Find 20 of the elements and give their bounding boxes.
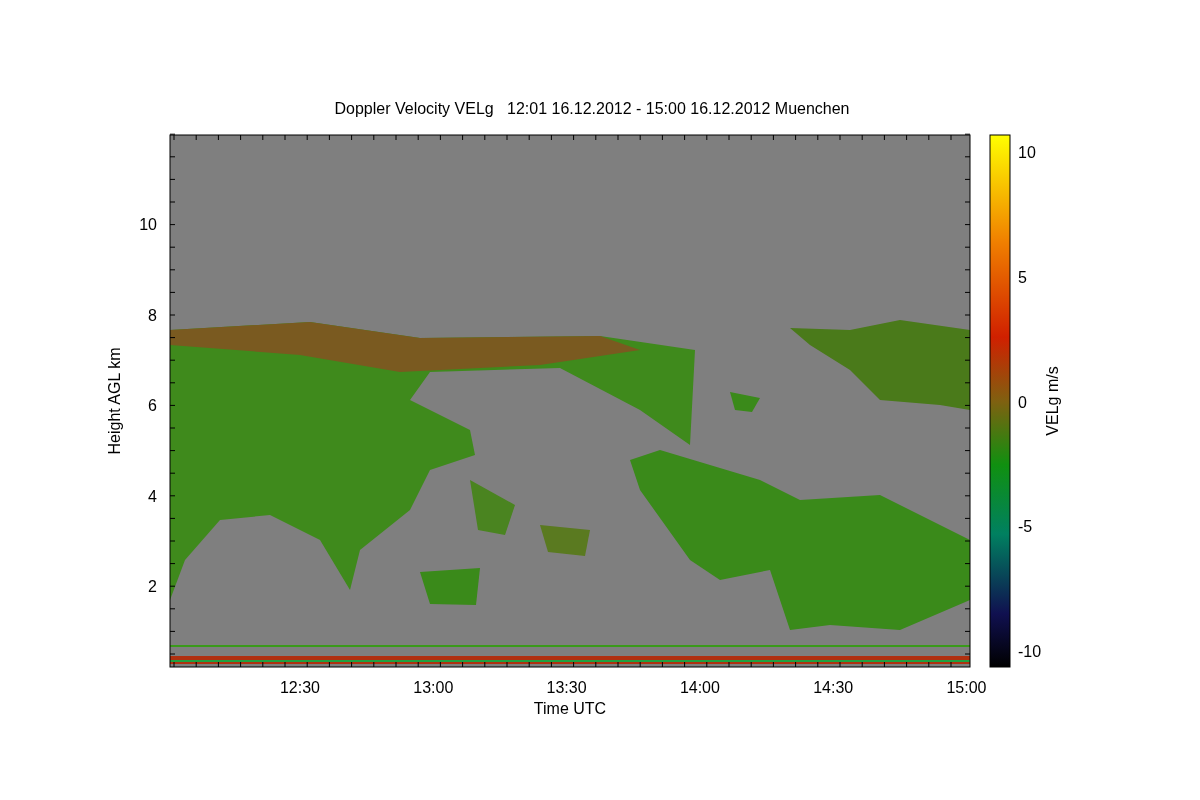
x-tick-label: 13:30: [546, 679, 587, 696]
chart-title: Doppler Velocity VELg 12:01 16.12.2012 - 15:00 16.12.2012 Muenchen: [334, 100, 850, 117]
colorbar-tick-label: -5: [1018, 518, 1033, 536]
x-tick-label: 14:00: [679, 679, 720, 696]
x-axis-label: Time UTC: [533, 700, 607, 717]
colorbar-tick-label: 10: [1018, 144, 1036, 161]
colorbar-tick-label: -10: [1018, 643, 1042, 661]
x-tick-label: 15:00: [946, 679, 987, 696]
y-tick-label: 2: [148, 578, 157, 595]
colorbar-label: VELg m/s: [1044, 366, 1061, 436]
y-tick-label: 8: [148, 306, 157, 324]
colorbar-tick-label: 5: [1018, 268, 1027, 286]
y-tick-label: 4: [148, 487, 157, 505]
x-tick-label: 13:00: [413, 679, 454, 696]
colorbar-tick-label: 0: [1018, 393, 1027, 411]
y-tick-label: 10: [139, 216, 157, 233]
y-tick-label: 6: [148, 397, 157, 414]
x-tick-label: 12:30: [280, 679, 320, 696]
x-tick-label: 14:30: [813, 679, 854, 696]
y-axis-label: Height AGL km: [106, 347, 123, 455]
